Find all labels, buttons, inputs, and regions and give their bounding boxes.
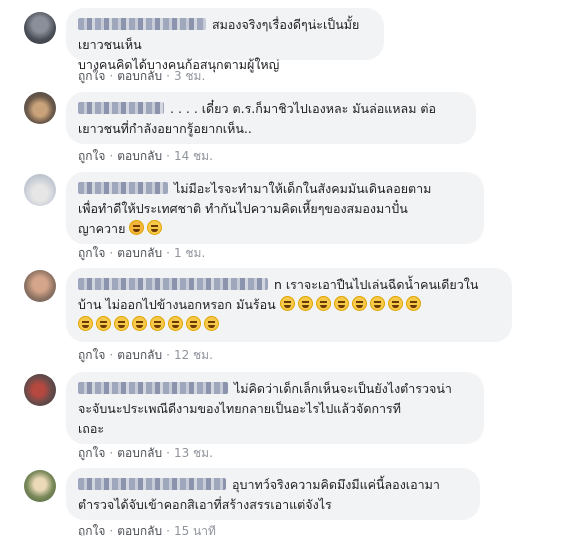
avatar[interactable] <box>24 174 56 206</box>
comment-text: ญาควาย <box>78 221 126 236</box>
comment-timestamp[interactable]: 15 นาที <box>174 524 216 536</box>
comment-actions: ถูกใจ · ตอบกลับ · 12 ชม. <box>78 348 213 362</box>
like-link[interactable]: ถูกใจ <box>78 149 105 163</box>
commenter-name[interactable] <box>78 478 226 490</box>
grinning-face-icon <box>150 316 165 331</box>
comment-text: ไม่คิดว่าเด็กเล็กเห็นจะเป็นยังไงตำรวจน่า <box>234 381 452 396</box>
comment-bubble: ไม่มีอะไรจะทำมาให้เด็กในสังคมมันเดินลอยต… <box>66 172 484 244</box>
reply-link[interactable]: ตอบกลับ <box>117 246 162 260</box>
reply-link[interactable]: ตอบกลับ <box>117 348 162 362</box>
comment-actions: ถูกใจ · ตอบกลับ · 13 ชม. <box>78 446 213 460</box>
comment-bubble: n เราจะเอาปืนไปเล่นฉีดน้ำคนเดียวใน บ้าน … <box>66 268 512 342</box>
grinning-face-icon <box>315 296 331 311</box>
commenter-name[interactable] <box>78 382 228 394</box>
grinning-face-icon <box>369 296 385 311</box>
grinning-face-icon <box>186 316 201 331</box>
grinning-face-icon <box>405 296 421 311</box>
grinning-face-icon <box>96 316 111 331</box>
comment-timestamp[interactable]: 1 ชม. <box>174 246 205 260</box>
comment-text: เยาวชนที่กำลังอยากรู้อยากเห็น.. <box>78 121 252 136</box>
comment-bubble: สมองจริงๆเรื่องดีๆน่ะเป็นมั้ยเยาวชนเห็น … <box>66 8 384 72</box>
comment-text: เถอะ <box>78 421 105 436</box>
comment-timestamp[interactable]: 12 ชม. <box>174 348 213 362</box>
like-link[interactable]: ถูกใจ <box>78 446 105 460</box>
grinning-face-icon <box>168 316 183 331</box>
comment-text: ตำรวจได้จับเข้าคอกสิเอาที่สร้างสรรเอาแต่… <box>78 497 332 512</box>
like-link[interactable]: ถูกใจ <box>78 348 105 362</box>
comment-actions: ถูกใจ · ตอบกลับ · 15 นาที <box>78 524 216 536</box>
weary-face-icon <box>129 220 145 235</box>
reply-link[interactable]: ตอบกลับ <box>117 69 162 83</box>
comment-actions: ถูกใจ · ตอบกลับ · 14 ชม. <box>78 149 213 163</box>
grinning-face-icon <box>132 316 147 331</box>
avatar[interactable] <box>24 270 56 302</box>
like-link[interactable]: ถูกใจ <box>78 69 105 83</box>
avatar[interactable] <box>24 92 56 124</box>
like-link[interactable]: ถูกใจ <box>78 246 105 260</box>
comment-timestamp[interactable]: 13 ชม. <box>174 446 213 460</box>
comment-text: เพื่อทำดีให้ประเทศชาติ ทำกันไปความคิดเหี… <box>78 201 408 216</box>
grinning-face-icon <box>297 296 313 311</box>
grinning-face-icon <box>333 296 349 311</box>
commenter-name[interactable] <box>78 102 164 114</box>
comment-timestamp[interactable]: 14 ชม. <box>174 149 213 163</box>
thinking-face-icon <box>147 220 163 235</box>
comment-text: ไม่มีอะไรจะทำมาให้เด็กในสังคมมันเดินลอยต… <box>174 181 432 196</box>
comment-actions: ถูกใจ · ตอบกลับ · 3 ชม. <box>78 69 206 83</box>
grinning-face-icon <box>351 296 367 311</box>
avatar[interactable] <box>24 12 56 44</box>
comment-text: จะจับนะประเพณีดีงามของไทยกลายเป็นอะไรไปแ… <box>78 401 401 416</box>
comment-text: n เราจะเอาปืนไปเล่นฉีดน้ำคนเดียวใน <box>274 277 479 292</box>
commenter-name[interactable] <box>78 182 168 194</box>
reply-link[interactable]: ตอบกลับ <box>117 149 162 163</box>
comment-bubble: . . . . เดี๋ยว ต.ร.ก็มาชิวไปเองหละ มันล่… <box>66 92 476 144</box>
grinning-face-icon <box>279 296 295 311</box>
grinning-face-icon <box>78 316 93 331</box>
reply-link[interactable]: ตอบกลับ <box>117 446 162 460</box>
reply-link[interactable]: ตอบกลับ <box>117 524 162 536</box>
comment-text: . . . . เดี๋ยว ต.ร.ก็มาชิวไปเองหละ มันล่… <box>170 101 437 116</box>
comment-actions: ถูกใจ · ตอบกลับ · 1 ชม. <box>78 246 206 260</box>
comment-text: บ้าน ไม่ออกไปข้างนอกหรอก มันร้อน <box>78 297 276 312</box>
comment-bubble: ไม่คิดว่าเด็กเล็กเห็นจะเป็นยังไงตำรวจน่า… <box>66 372 484 444</box>
grinning-face-icon <box>114 316 129 331</box>
avatar[interactable] <box>24 470 56 502</box>
comment-bubble: อุบาทว์จริงความคิดมึงมีแค่นี้ลองเอามา ตำ… <box>66 468 480 520</box>
grinning-face-icon <box>204 316 219 331</box>
comment-text: อุบาทว์จริงความคิดมึงมีแค่นี้ลองเอามา <box>232 477 440 492</box>
grinning-face-icon <box>387 296 403 311</box>
like-link[interactable]: ถูกใจ <box>78 524 105 536</box>
commenter-name[interactable] <box>78 278 268 290</box>
avatar[interactable] <box>24 374 56 406</box>
comment-timestamp[interactable]: 3 ชม. <box>174 69 205 83</box>
commenter-name[interactable] <box>78 18 206 30</box>
